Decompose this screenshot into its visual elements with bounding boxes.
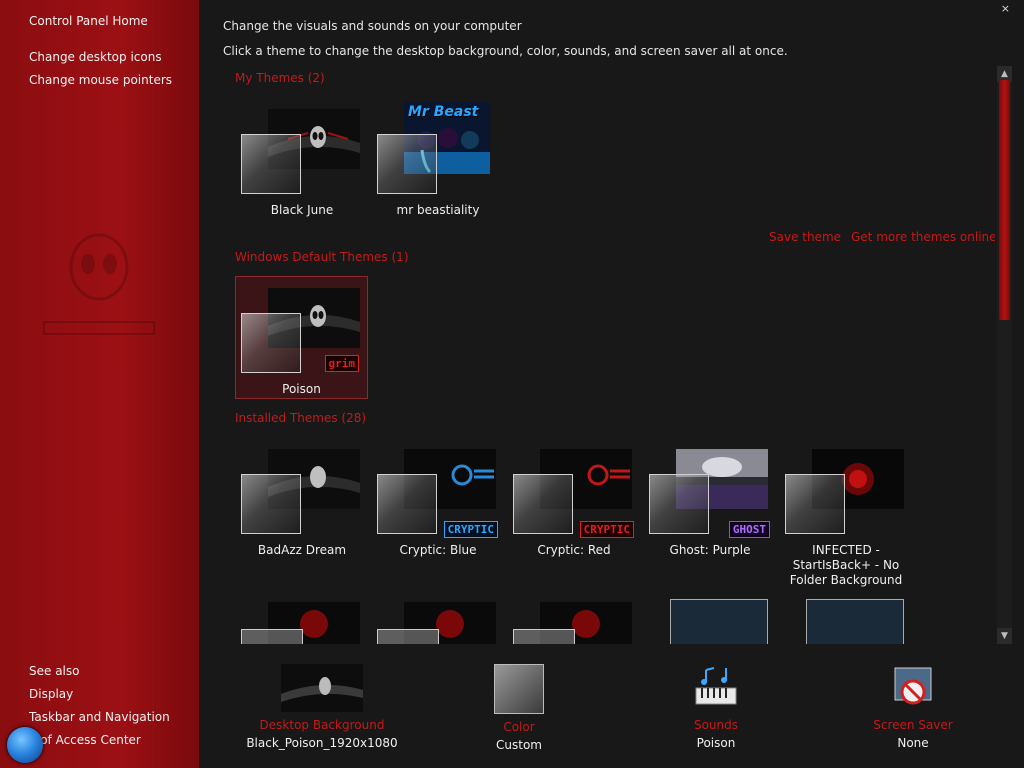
- group-installed: Installed Themes (28): [235, 411, 367, 425]
- taskbar-navigation-link[interactable]: Taskbar and Navigation: [29, 710, 170, 724]
- theme-infected[interactable]: INFECTED - StartIsBack+ - No Folder Back…: [780, 449, 912, 599]
- screen-saver-label[interactable]: Screen Saver: [833, 718, 993, 732]
- theme-label: Cryptic: Red: [537, 543, 611, 557]
- theme-cryptic-blue[interactable]: CRYPTIC Cryptic: Blue: [372, 449, 504, 584]
- theme-label: mr beastiality: [396, 203, 480, 217]
- color-swatch-icon: [494, 664, 544, 714]
- ease-of-access-link[interactable]: e of Access Center: [29, 733, 141, 747]
- save-theme-link[interactable]: Save theme: [769, 230, 841, 244]
- color-swatch-partial: [241, 629, 303, 644]
- change-desktop-icons-link[interactable]: Change desktop icons: [29, 50, 162, 64]
- theme-thumbnail-partial[interactable]: [806, 599, 904, 644]
- control-panel-home-link[interactable]: Control Panel Home: [29, 14, 148, 28]
- theme-badazz-dream[interactable]: BadAzz Dream: [236, 449, 368, 584]
- scroll-down-icon[interactable]: ▼: [997, 628, 1012, 644]
- poison-watermark-icon: [43, 233, 155, 335]
- scrollbar-thumb[interactable]: [999, 80, 1010, 320]
- sounds-value: Poison: [696, 736, 736, 750]
- see-also-heading: See also: [29, 664, 80, 678]
- theme-thumbnail-partial[interactable]: [670, 599, 768, 644]
- color-swatch: [241, 313, 301, 373]
- change-mouse-pointers-link[interactable]: Change mouse pointers: [29, 73, 172, 87]
- cryptic-badge: CRYPTIC: [579, 521, 634, 538]
- desktop-background-setting[interactable]: Desktop Background Black_Poison_1920x108…: [242, 664, 402, 750]
- get-more-themes-link[interactable]: Get more themes online: [851, 230, 995, 244]
- sidebar: Control Panel Home Change desktop icons …: [0, 0, 200, 768]
- sounds-setting[interactable]: Sounds Poison: [636, 664, 796, 750]
- mr-beast-art-text: Mr Beast: [408, 104, 479, 120]
- screen-saver-value: None: [897, 736, 929, 750]
- group-my-themes: My Themes (2): [235, 71, 325, 85]
- theme-label: INFECTED - StartIsBack+ - No Folder Back…: [789, 543, 903, 587]
- screen-saver-setting[interactable]: Screen Saver None: [833, 664, 993, 750]
- background-preview-icon: [281, 664, 363, 712]
- display-link[interactable]: Display: [29, 687, 73, 701]
- main-panel: × Change the visuals and sounds on your …: [200, 0, 1024, 768]
- theme-black-june[interactable]: Black June: [236, 109, 368, 219]
- color-value: Custom: [496, 738, 542, 752]
- theme-poison[interactable]: grim Poison: [235, 276, 368, 399]
- color-swatch: [513, 474, 573, 534]
- theme-label: Poison: [282, 382, 321, 396]
- color-swatch: [241, 134, 301, 194]
- page-title: Change the visuals and sounds on your co…: [223, 19, 522, 33]
- theme-ghost-purple[interactable]: GHOST Ghost: Purple: [644, 449, 776, 584]
- color-swatch-partial: [377, 629, 439, 644]
- theme-mr-beastiality[interactable]: Mr Beast mr beastiality: [372, 102, 504, 219]
- color-swatch: [785, 474, 845, 534]
- color-swatch: [377, 134, 437, 194]
- group-windows-default: Windows Default Themes (1): [235, 250, 409, 264]
- sounds-icon: [695, 667, 737, 705]
- color-swatch: [649, 474, 709, 534]
- page-subtitle: Click a theme to change the desktop back…: [223, 44, 788, 58]
- close-icon[interactable]: ×: [1001, 2, 1010, 15]
- theme-label: Ghost: Purple: [669, 543, 751, 557]
- color-swatch-partial: [513, 629, 575, 644]
- desktop-background-value: Black_Poison_1920x1080: [246, 736, 398, 750]
- color-label[interactable]: Color: [439, 720, 599, 734]
- ghost-badge: GHOST: [728, 521, 770, 538]
- grim-badge: grim: [324, 355, 359, 372]
- screen-saver-icon: [894, 667, 932, 705]
- theme-label: BadAzz Dream: [257, 543, 347, 557]
- sounds-label[interactable]: Sounds: [636, 718, 796, 732]
- theme-label: Cryptic: Blue: [399, 543, 477, 557]
- color-swatch: [377, 474, 437, 534]
- color-swatch: [241, 474, 301, 534]
- desktop-background-label[interactable]: Desktop Background: [242, 718, 402, 732]
- start-orb-icon[interactable]: [7, 727, 43, 763]
- color-setting[interactable]: Color Custom: [439, 664, 599, 752]
- themes-list: My Themes (2) Black June Mr Beast mr bea…: [200, 64, 995, 644]
- theme-cryptic-red[interactable]: CRYPTIC Cryptic: Red: [508, 449, 640, 584]
- cryptic-badge: CRYPTIC: [443, 521, 498, 538]
- vertical-scrollbar[interactable]: ▲ ▼: [997, 66, 1012, 644]
- theme-label: Black June: [270, 203, 334, 217]
